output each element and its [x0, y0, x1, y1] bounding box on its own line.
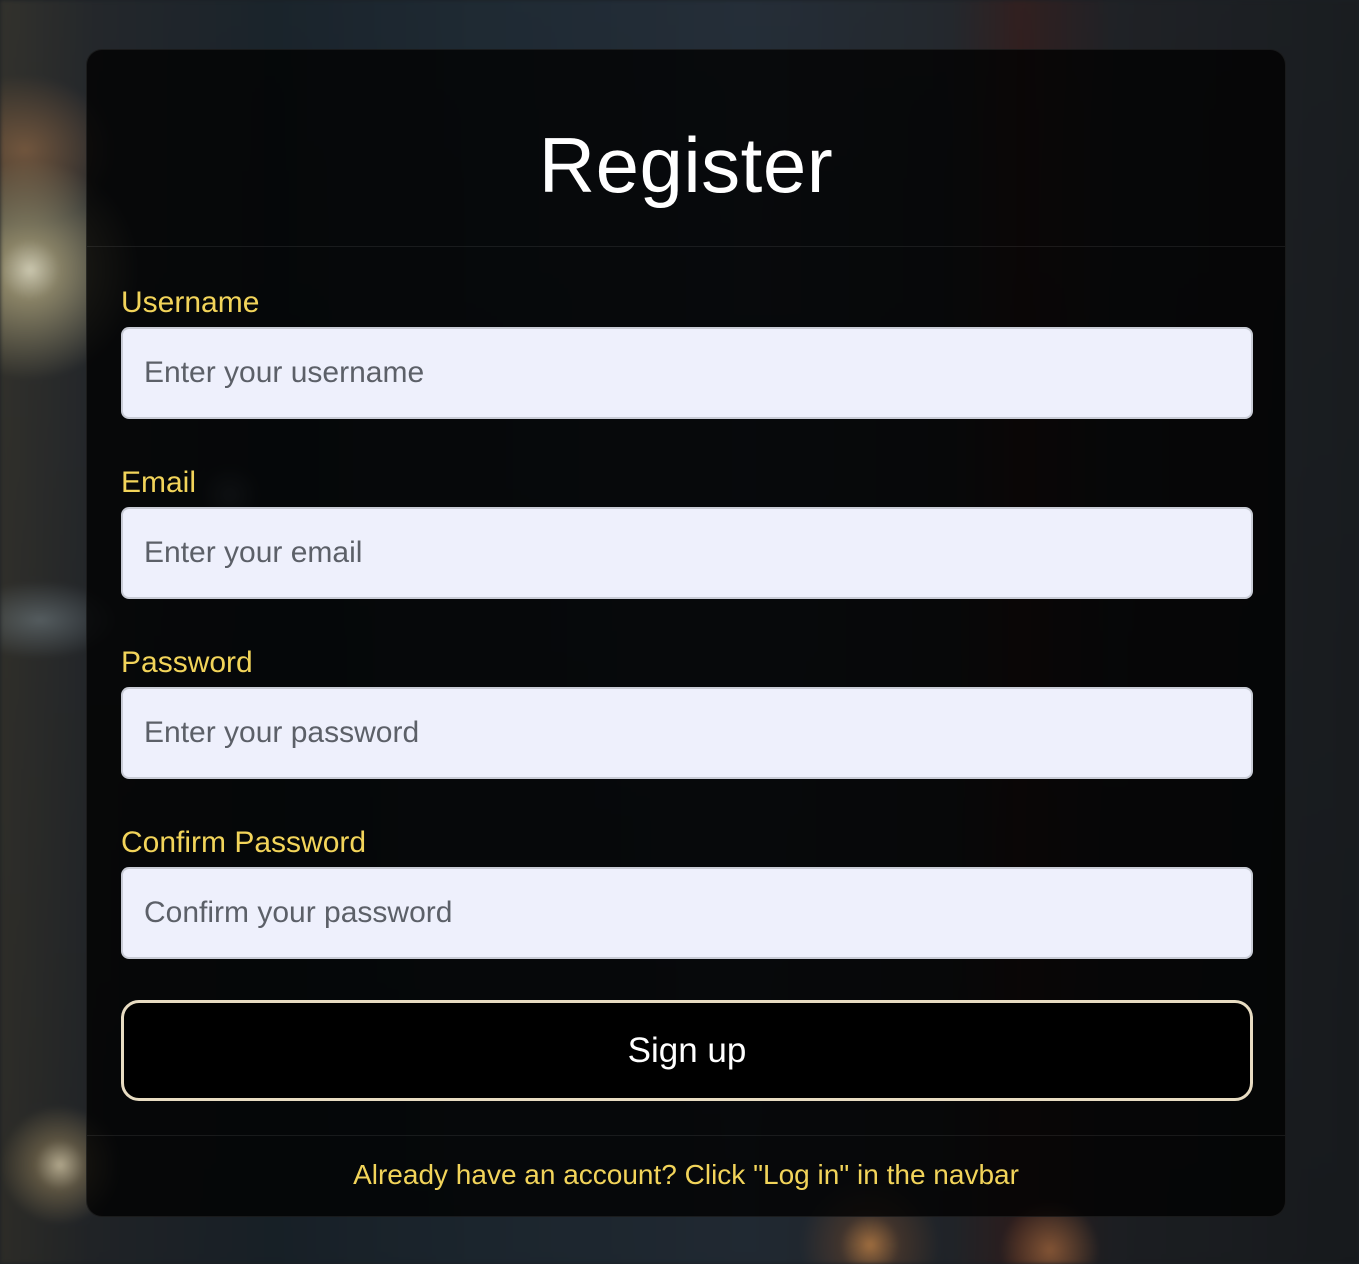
username-label: Username — [121, 286, 260, 319]
sign-up-button[interactable]: Sign up — [121, 1000, 1253, 1101]
username-field-group: Username — [121, 285, 1253, 419]
login-hint-text: Already have an account? Click "Log in" … — [353, 1159, 1019, 1190]
confirm-password-input[interactable] — [121, 867, 1253, 959]
email-input[interactable] — [121, 507, 1253, 599]
password-field-group: Password — [121, 645, 1253, 779]
password-label: Password — [121, 646, 253, 679]
confirm-password-field-group: Confirm Password — [121, 825, 1253, 959]
page-title: Register — [538, 121, 834, 209]
header-divider — [87, 246, 1285, 247]
email-field-group: Email — [121, 465, 1253, 599]
confirm-password-label: Confirm Password — [121, 826, 367, 859]
password-input[interactable] — [121, 687, 1253, 779]
username-input[interactable] — [121, 327, 1253, 419]
footer-divider — [87, 1135, 1285, 1136]
email-label: Email — [121, 466, 197, 499]
register-card: Register Username Email Password Confirm… — [86, 49, 1286, 1217]
